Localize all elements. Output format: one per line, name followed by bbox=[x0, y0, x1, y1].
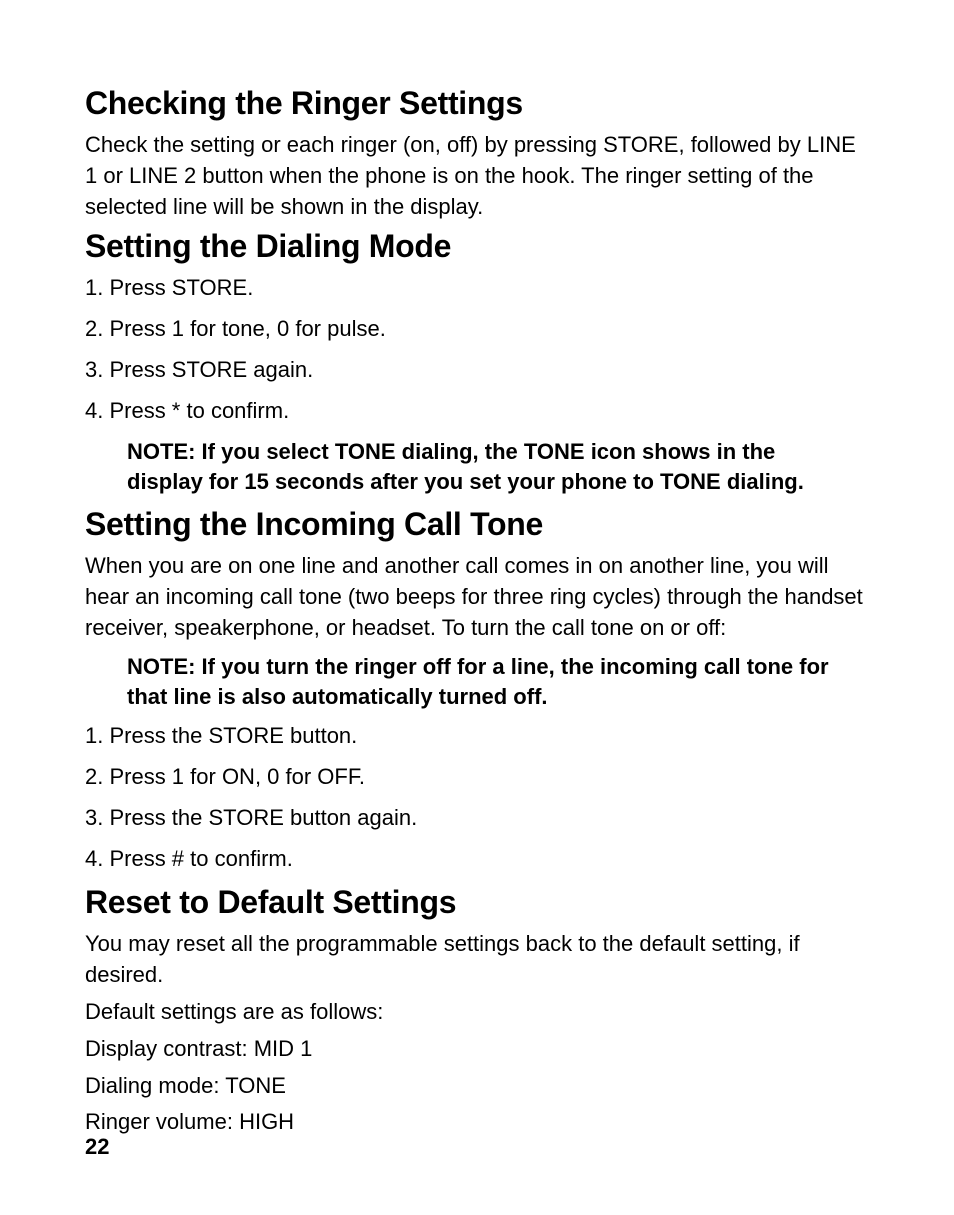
list-item: 3. Press the STORE button again. bbox=[85, 803, 869, 834]
list-item: 3. Press STORE again. bbox=[85, 355, 869, 386]
default-item: Dialing mode: TONE bbox=[85, 1071, 869, 1102]
default-item: Display contrast: MID 1 bbox=[85, 1034, 869, 1065]
paragraph-reset-desc: You may reset all the programmable setti… bbox=[85, 929, 869, 991]
page-number: 22 bbox=[85, 1134, 109, 1160]
paragraph-checking-ringer: Check the setting or each ringer (on, of… bbox=[85, 130, 869, 222]
paragraph-defaults-intro: Default settings are as follows: bbox=[85, 997, 869, 1028]
note-incoming-call-tone: NOTE: If you turn the ringer off for a l… bbox=[127, 652, 839, 714]
note-dialing-mode: NOTE: If you select TONE dialing, the TO… bbox=[127, 437, 839, 499]
section-incoming-call-tone: Setting the Incoming Call Tone When you … bbox=[85, 506, 869, 874]
list-item: 1. Press STORE. bbox=[85, 273, 869, 304]
list-item: 1. Press the STORE button. bbox=[85, 721, 869, 752]
section-reset-defaults: Reset to Default Settings You may reset … bbox=[85, 884, 869, 1138]
heading-reset-defaults: Reset to Default Settings bbox=[85, 884, 869, 921]
heading-dialing-mode: Setting the Dialing Mode bbox=[85, 228, 869, 265]
section-checking-ringer: Checking the Ringer Settings Check the s… bbox=[85, 85, 869, 222]
paragraph-incoming-call-tone: When you are on one line and another cal… bbox=[85, 551, 869, 643]
default-item: Ringer volume: HIGH bbox=[85, 1107, 869, 1138]
list-item: 4. Press * to confirm. bbox=[85, 396, 869, 427]
list-item: 2. Press 1 for tone, 0 for pulse. bbox=[85, 314, 869, 345]
heading-incoming-call-tone: Setting the Incoming Call Tone bbox=[85, 506, 869, 543]
heading-checking-ringer: Checking the Ringer Settings bbox=[85, 85, 869, 122]
list-item: 2. Press 1 for ON, 0 for OFF. bbox=[85, 762, 869, 793]
section-dialing-mode: Setting the Dialing Mode 1. Press STORE.… bbox=[85, 228, 869, 498]
list-item: 4. Press # to confirm. bbox=[85, 844, 869, 875]
